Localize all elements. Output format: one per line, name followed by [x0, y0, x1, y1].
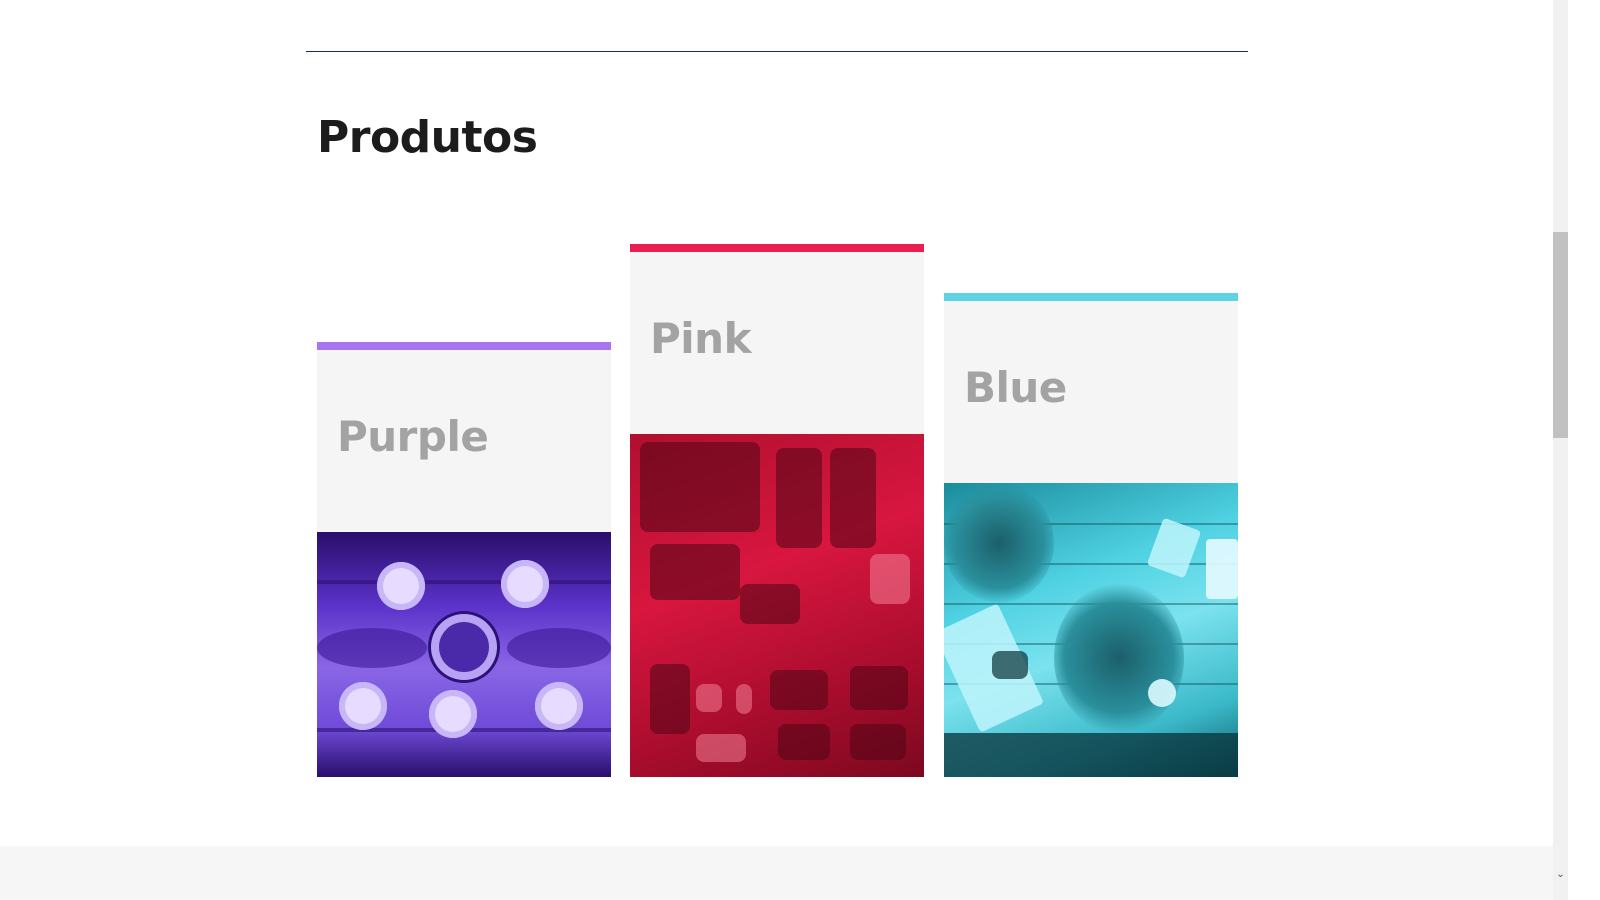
section-divider	[306, 51, 1248, 52]
plate-icon	[501, 560, 549, 608]
boot-icon	[830, 448, 876, 548]
card-accent-bar	[317, 342, 611, 350]
flower-bouquet-icon	[1054, 583, 1184, 733]
plate-icon	[377, 562, 425, 610]
card-header: Pink	[630, 252, 924, 434]
pouch-icon	[740, 584, 800, 624]
card-image-pink-gear[interactable]	[630, 434, 924, 777]
vertical-scrollbar-track[interactable]	[1553, 0, 1568, 900]
lantern-icon	[650, 664, 690, 734]
card-title: Purple	[337, 412, 489, 461]
mug-icon	[870, 554, 910, 604]
page: Produtos Purple Pink Blue ⌄	[0, 0, 1600, 900]
card-image-blue-desk[interactable]	[944, 483, 1238, 777]
centerpiece-icon	[431, 614, 497, 680]
camera-icon	[778, 724, 830, 760]
rolled-mat	[650, 544, 740, 600]
battery-pack-icon	[696, 684, 722, 712]
card-accent-bar	[630, 244, 924, 252]
card-title: Blue	[964, 363, 1067, 412]
product-card-purple[interactable]: Purple	[317, 342, 611, 777]
floor-strip	[944, 733, 1238, 777]
card-image-purple-table[interactable]	[317, 532, 611, 777]
footer-strip	[0, 846, 1553, 900]
card-accent-bar	[944, 293, 1238, 301]
plate-icon	[429, 690, 477, 738]
plant-icon	[944, 483, 1054, 603]
product-card-blue[interactable]: Blue	[944, 293, 1238, 777]
card-title: Pink	[650, 314, 752, 363]
section-title: Produtos	[317, 112, 538, 163]
card-icon	[736, 684, 752, 714]
camera-icon	[770, 670, 828, 710]
camera-icon	[850, 666, 908, 710]
window-edge	[1568, 0, 1600, 900]
product-card-pink[interactable]: Pink	[630, 244, 924, 777]
flower-garland	[507, 628, 611, 668]
card-header: Purple	[317, 350, 611, 532]
table-edge	[317, 580, 611, 584]
plate-icon	[339, 682, 387, 730]
card-header: Blue	[944, 301, 1238, 483]
vertical-scrollbar-thumb[interactable]	[1553, 232, 1568, 438]
plate-icon	[535, 682, 583, 730]
lens-icon	[850, 724, 906, 760]
tape-roll-icon	[1148, 679, 1176, 707]
film-box-icon	[696, 734, 746, 762]
stamp-box-icon	[992, 651, 1028, 679]
boot-icon	[776, 448, 822, 548]
sleeping-bag	[640, 442, 760, 532]
notebook-icon	[1146, 517, 1202, 579]
scroll-down-arrow-icon[interactable]: ⌄	[1553, 867, 1568, 882]
flower-garland	[317, 628, 427, 668]
laptop-icon	[1206, 539, 1238, 599]
